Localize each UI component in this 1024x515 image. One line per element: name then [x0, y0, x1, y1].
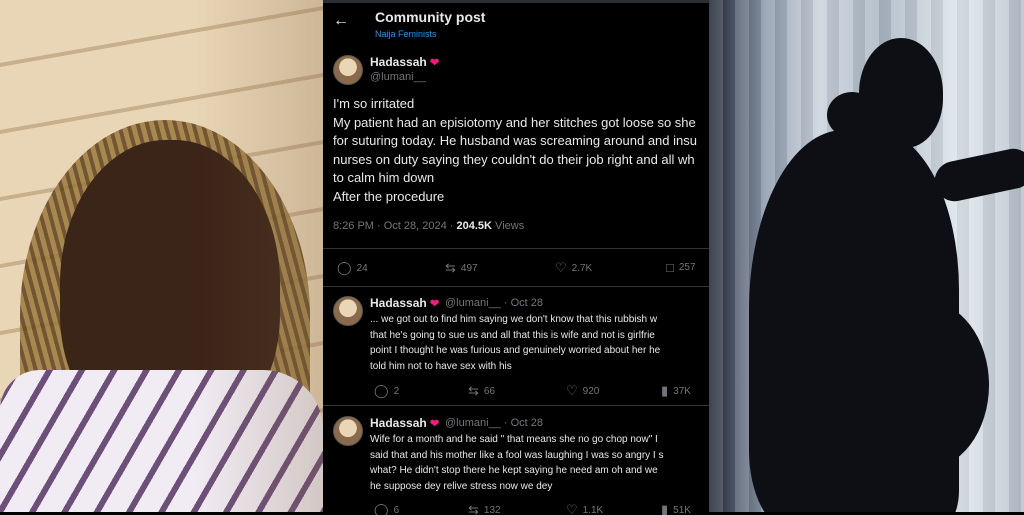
- reply-handle[interactable]: @lumani__ · Oct 28: [445, 297, 543, 309]
- repost-button[interactable]: ⇆ 132: [468, 502, 501, 515]
- reply-icon: ◯: [374, 383, 389, 398]
- avatar[interactable]: [333, 55, 363, 85]
- views-button[interactable]: ▮ 37K: [661, 383, 691, 399]
- reply-line: point I thought he was furious and genui…: [370, 345, 661, 357]
- heart-icon: ♡: [555, 260, 567, 275]
- reply-button[interactable]: ◯ 24: [337, 260, 368, 276]
- page-title: Community post: [375, 9, 486, 25]
- reply-handle[interactable]: @lumani__ · Oct 28: [445, 417, 543, 429]
- post-line: I'm so irritated: [333, 96, 415, 111]
- divider: [323, 286, 709, 287]
- post-body: I'm so irritated My patient had an episi…: [333, 95, 709, 207]
- reply-author-name[interactable]: Hadassah ❤: [370, 296, 439, 310]
- reply-body: ... we got out to find him saying we don…: [370, 312, 709, 374]
- analytics-icon: ▮: [661, 502, 669, 515]
- repost-button[interactable]: ⇆ 497: [445, 260, 478, 276]
- heart-icon: ♡: [566, 383, 578, 398]
- repost-icon: ⇆: [468, 502, 479, 515]
- post-line: to calm him down: [333, 170, 435, 186]
- reply-body: Wife for a month and he said " that mean…: [370, 432, 709, 494]
- author-handle[interactable]: @lumani__: [370, 71, 426, 83]
- tweet-screenshot: ← Community post Naija Feminists Hadassa…: [323, 0, 709, 515]
- reply-line: that he's going to sue us and all that t…: [370, 329, 655, 341]
- like-button[interactable]: ♡ 920: [566, 383, 599, 399]
- author-name[interactable]: Hadassah ❤: [370, 55, 439, 69]
- reply-button[interactable]: ◯ 2: [374, 383, 399, 399]
- reply-icon: ◯: [337, 260, 352, 275]
- like-button[interactable]: ♡ 1.1K: [566, 502, 603, 515]
- woman-portrait-photo: [0, 0, 323, 512]
- community-link[interactable]: Naija Feminists: [375, 29, 437, 39]
- reply-line: told him not to have sex with his: [370, 360, 512, 372]
- back-arrow-icon[interactable]: ←: [333, 12, 349, 30]
- repost-icon: ⇆: [468, 383, 479, 398]
- post-line: My patient had an episiotomy and her sti…: [333, 114, 696, 130]
- lips-icon: ❤: [430, 418, 440, 430]
- bookmark-icon: □: [666, 260, 674, 275]
- views-button[interactable]: ▮ 51K: [661, 502, 691, 515]
- lips-icon: ❤: [430, 298, 440, 310]
- divider: [323, 405, 709, 406]
- silhouette-belly-shape: [859, 300, 989, 470]
- repost-icon: ⇆: [445, 260, 456, 275]
- heart-icon: ♡: [566, 502, 578, 515]
- post-line: nurses on duty saying they couldn't do t…: [333, 151, 695, 167]
- views-count: 204.5K: [456, 220, 492, 232]
- reply-line: he suppose dey relive stress now we dey: [370, 480, 553, 492]
- avatar[interactable]: [333, 296, 363, 326]
- like-button[interactable]: ♡ 2.7K: [555, 260, 592, 276]
- avatar[interactable]: [333, 416, 363, 446]
- lips-icon: ❤: [430, 57, 440, 69]
- repost-button[interactable]: ⇆ 66: [468, 383, 495, 399]
- reply-author-name[interactable]: Hadassah ❤: [370, 416, 439, 430]
- reply-line: Wife for a month and he said " that mean…: [370, 434, 658, 445]
- post-line: After the procedure: [333, 188, 445, 204]
- post-header: ← Community post Naija Feminists: [323, 3, 709, 47]
- reply-line: ... we got out to find him saying we don…: [370, 314, 658, 325]
- reply-line: what? He didn't stop there he kept sayin…: [370, 465, 658, 477]
- post-line: for suturing today. He husband was screa…: [333, 133, 697, 149]
- pregnant-silhouette-photo: [709, 0, 1024, 512]
- reply-button[interactable]: ◯ 6: [374, 502, 399, 515]
- reply-icon: ◯: [374, 502, 389, 515]
- reply-line: said that and his mother like a fool was…: [370, 449, 664, 461]
- bookmark-button[interactable]: □ 257: [666, 260, 696, 275]
- post-meta: 8:26 PM · Oct 28, 2024 · 204.5K Views: [333, 220, 525, 232]
- divider: [323, 248, 709, 249]
- analytics-icon: ▮: [661, 383, 669, 398]
